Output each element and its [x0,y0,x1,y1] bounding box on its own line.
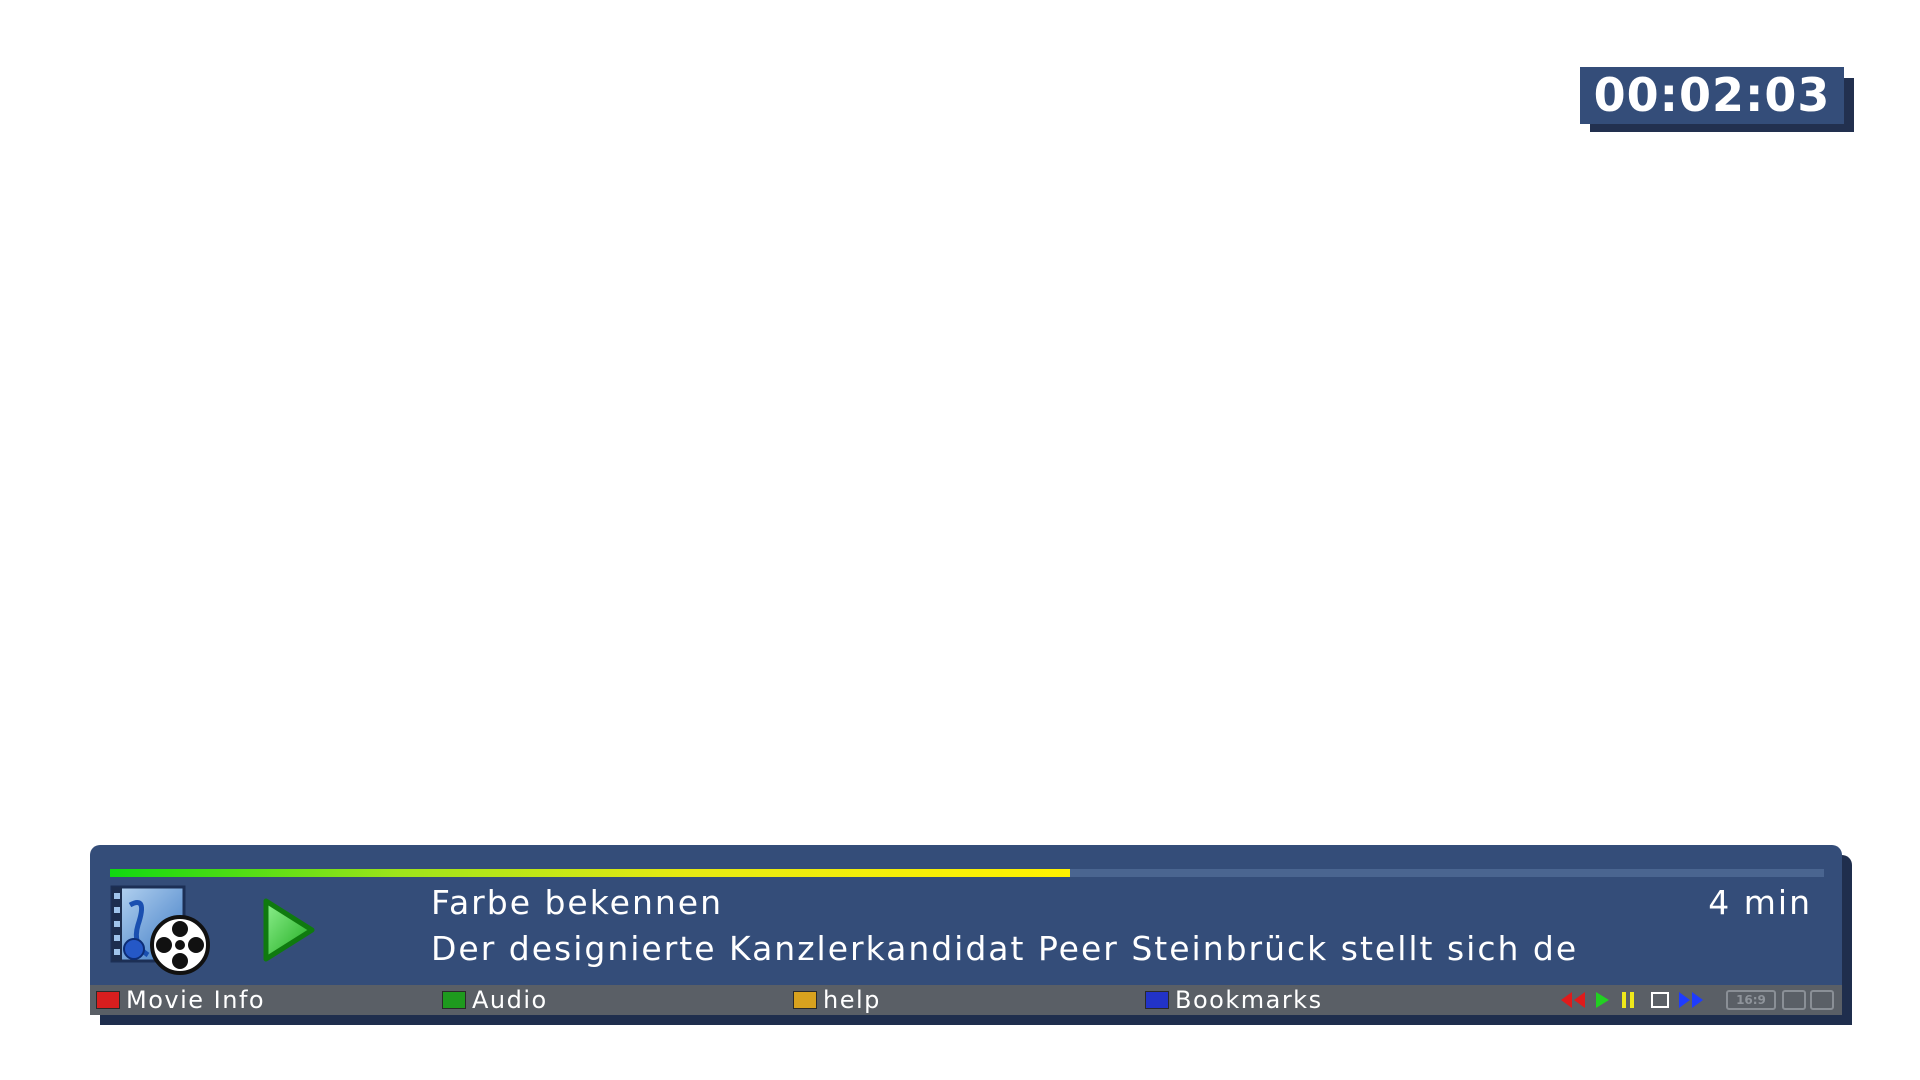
movie-title: Farbe bekennen [431,883,724,922]
play-icon[interactable] [1594,991,1610,1009]
help-button[interactable]: help [793,985,881,1015]
progress-bar[interactable] [110,869,1824,877]
bookmarks-button[interactable]: Bookmarks [1145,985,1323,1015]
blue-key-icon [1145,991,1169,1009]
stop-icon[interactable] [1650,991,1670,1009]
audio-label: Audio [472,986,548,1014]
red-key-icon [96,991,120,1009]
movie-player-icon [110,885,210,975]
green-key-icon [442,991,466,1009]
fast-forward-icon[interactable] [1678,991,1704,1009]
audio-button[interactable]: Audio [442,985,548,1015]
movie-info-button[interactable]: Movie Info [96,985,265,1015]
help-label: help [823,986,881,1014]
movie-info-label: Movie Info [126,986,266,1014]
yellow-key-icon [793,991,817,1009]
pause-icon[interactable] [1620,991,1636,1009]
info-bar: Farbe bekennen 4 min Der designierte Kan… [90,845,1842,1015]
progress-fill [110,869,1070,877]
dolby-indicator-icon [1810,990,1834,1010]
subtitle-indicator-icon [1782,990,1806,1010]
play-icon [263,898,315,962]
movie-description: Der designierte Kanzlerkandidat Peer Ste… [431,929,1579,968]
aspect-ratio-badge: 16:9 [1726,990,1776,1010]
bookmarks-label: Bookmarks [1175,986,1323,1014]
movie-duration: 4 min [1708,883,1812,922]
rewind-icon[interactable] [1560,991,1586,1009]
button-row: Movie Info Audio help Bookmarks 16:9 [90,985,1842,1015]
playback-time: 00:02:03 [1580,67,1844,124]
